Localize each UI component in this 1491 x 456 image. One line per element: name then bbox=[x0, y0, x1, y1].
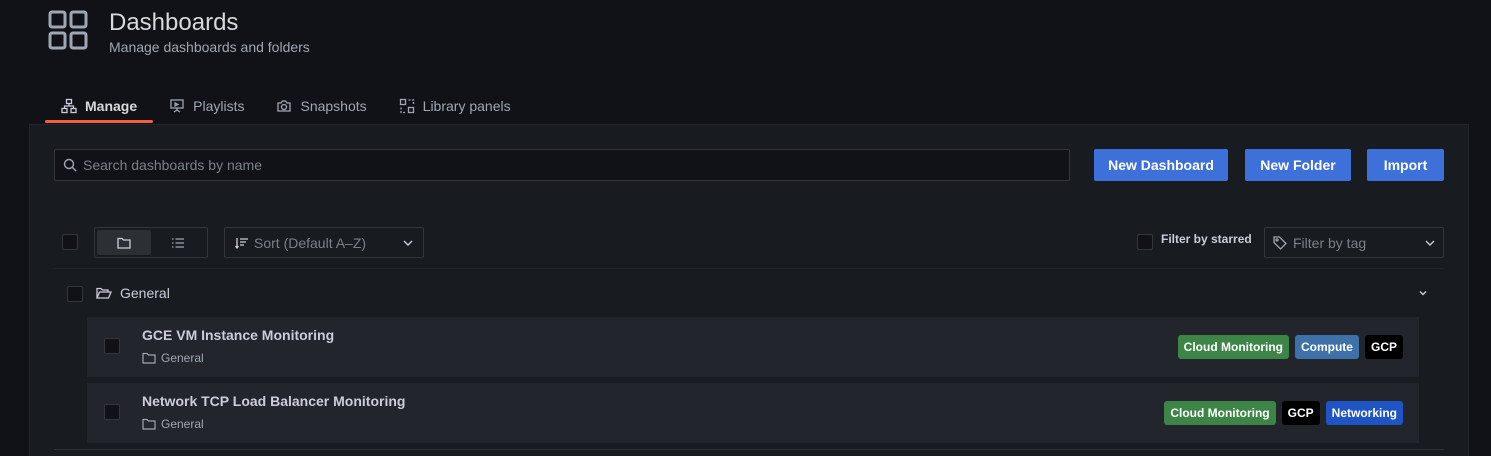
sitemap-icon bbox=[61, 98, 77, 114]
dashboard-folder-name: General bbox=[161, 417, 204, 431]
sort-label: Sort (Default A–Z) bbox=[254, 234, 367, 251]
list-view-button[interactable] bbox=[151, 230, 205, 255]
tag-cloud-monitoring[interactable]: Cloud Monitoring bbox=[1177, 335, 1289, 359]
search-icon bbox=[63, 158, 77, 172]
dashboard-folder: General bbox=[142, 417, 204, 431]
folder-view-button[interactable] bbox=[97, 230, 151, 255]
dashboard-row[interactable]: Network TCP Load Balancer Monitoring Gen… bbox=[87, 383, 1419, 443]
chevron-down-icon bbox=[1425, 240, 1435, 246]
dashboard-checkbox[interactable] bbox=[104, 338, 120, 354]
folder-open-icon bbox=[96, 287, 112, 299]
tag-list: Cloud Monitoring Compute GCP bbox=[1172, 335, 1403, 359]
tag-filter-select[interactable]: Filter by tag bbox=[1264, 227, 1444, 258]
apps-icon bbox=[48, 10, 88, 50]
tab-label: Snapshots bbox=[300, 98, 367, 114]
tag-gcp[interactable]: GCP bbox=[1364, 335, 1403, 359]
filter-starred-label: Filter by starred bbox=[1161, 232, 1252, 246]
filter-starred-checkbox[interactable] bbox=[1137, 234, 1153, 250]
page-header: Dashboards Manage dashboards and folders bbox=[47, 9, 310, 55]
folder-icon bbox=[142, 418, 156, 430]
chevron-down-icon bbox=[403, 240, 413, 246]
tab-playlists[interactable]: Playlists bbox=[153, 92, 260, 120]
tab-label: Library panels bbox=[422, 98, 511, 114]
tab-snapshots[interactable]: Snapshots bbox=[260, 92, 382, 120]
folder-name: General bbox=[120, 285, 170, 301]
tag-cloud-monitoring[interactable]: Cloud Monitoring bbox=[1164, 401, 1276, 425]
dashboard-title[interactable]: GCE VM Instance Monitoring bbox=[142, 327, 334, 343]
select-all-checkbox[interactable] bbox=[62, 234, 78, 250]
dashboard-row[interactable]: GCE VM Instance Monitoring General Cloud… bbox=[87, 317, 1419, 377]
page-subtitle: Manage dashboards and folders bbox=[109, 39, 310, 55]
dashboard-checkbox[interactable] bbox=[104, 404, 120, 420]
divider bbox=[54, 449, 1444, 450]
dashboard-folder: General bbox=[142, 351, 204, 365]
library-panel-icon bbox=[399, 98, 414, 114]
tab-label: Playlists bbox=[193, 98, 245, 114]
tag-icon bbox=[1273, 235, 1287, 250]
tag-filter-placeholder: Filter by tag bbox=[1293, 234, 1367, 251]
tab-bar: Manage Playlists Snapshots Library panel… bbox=[45, 92, 527, 124]
active-tab-indicator bbox=[45, 120, 153, 123]
folder-icon bbox=[142, 352, 156, 364]
tab-label: Manage bbox=[85, 98, 138, 114]
folder-icon bbox=[117, 237, 131, 249]
tag-list: Cloud Monitoring GCP Networking bbox=[1158, 401, 1403, 425]
tab-manage[interactable]: Manage bbox=[45, 92, 153, 123]
tab-library-panels[interactable]: Library panels bbox=[383, 92, 527, 120]
tag-compute[interactable]: Compute bbox=[1294, 335, 1359, 359]
new-folder-button[interactable]: New Folder bbox=[1245, 149, 1351, 181]
folder-checkbox[interactable] bbox=[67, 286, 83, 302]
search-box[interactable] bbox=[54, 149, 1070, 181]
folder-header-general[interactable]: General bbox=[54, 269, 1444, 317]
page-title: Dashboards bbox=[109, 9, 239, 36]
list-icon bbox=[172, 237, 184, 248]
tag-gcp[interactable]: GCP bbox=[1281, 401, 1320, 425]
search-input[interactable] bbox=[83, 157, 983, 173]
sort-icon bbox=[235, 237, 248, 249]
sort-select[interactable]: Sort (Default A–Z) bbox=[224, 227, 424, 258]
dashboard-title[interactable]: Network TCP Load Balancer Monitoring bbox=[142, 393, 405, 409]
view-toggle bbox=[94, 227, 208, 258]
new-dashboard-button[interactable]: New Dashboard bbox=[1094, 149, 1228, 181]
dashboard-folder-name: General bbox=[161, 351, 204, 365]
tag-networking[interactable]: Networking bbox=[1325, 401, 1403, 425]
camera-icon bbox=[277, 100, 292, 112]
presentation-icon bbox=[170, 99, 184, 113]
chevron-down-icon[interactable] bbox=[1419, 290, 1427, 296]
import-button[interactable]: Import bbox=[1367, 149, 1444, 181]
